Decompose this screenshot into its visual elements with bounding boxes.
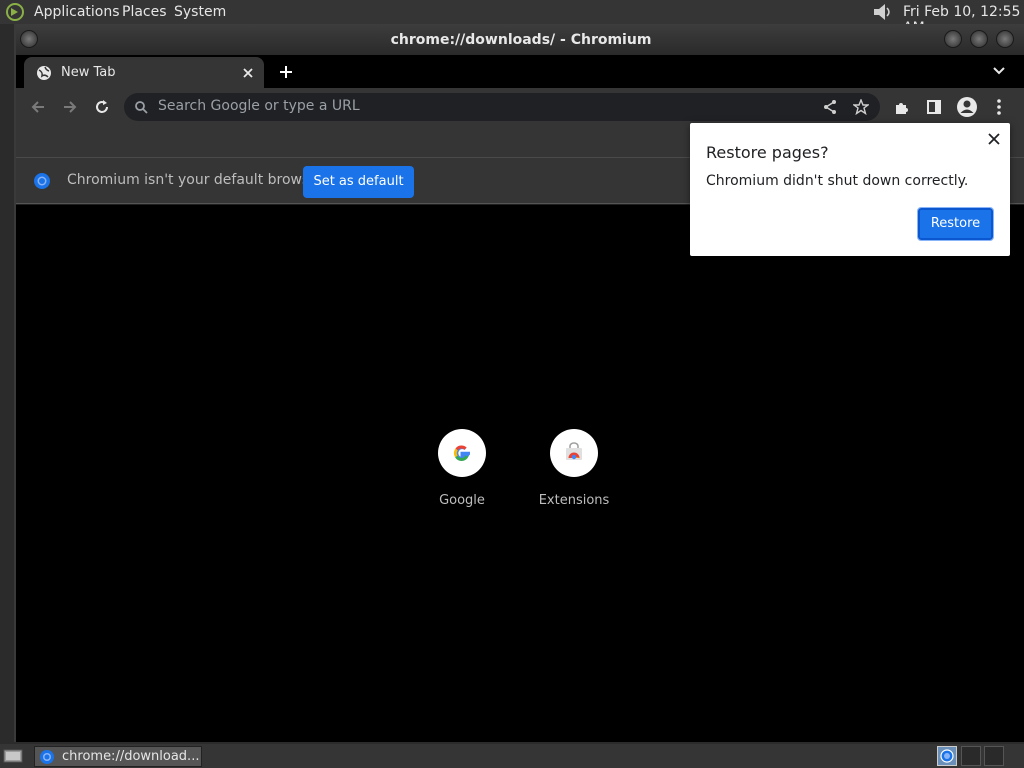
top-panel: Applications Places System Fri Feb 10, 1… xyxy=(0,0,1024,36)
reload-icon[interactable] xyxy=(94,99,110,115)
restore-pages-dialog: Restore pages? Chromium didn't shut down… xyxy=(690,123,1010,256)
side-panel-icon[interactable] xyxy=(926,99,942,115)
omnibox-placeholder: Search Google or type a URL xyxy=(158,98,360,114)
shortcut-label: Extensions xyxy=(538,493,610,508)
window-title: chrome://downloads/ - Chromium xyxy=(390,32,652,48)
google-logo-icon xyxy=(453,445,470,461)
tab-label: New Tab xyxy=(61,65,116,80)
menu-system[interactable]: System xyxy=(174,4,226,20)
maximize-button[interactable] xyxy=(970,30,988,48)
menu-applications[interactable]: Applications xyxy=(34,4,120,20)
taskbar-item-label: chrome://download... xyxy=(62,749,200,764)
tab-new-tab[interactable]: New Tab xyxy=(24,57,264,88)
infobar-message: Chromium isn't your default browser xyxy=(67,172,324,188)
taskbar-chromium-window[interactable]: chrome://download... xyxy=(34,746,202,767)
extensions-tile-circle[interactable] xyxy=(550,429,598,477)
dialog-title: Restore pages? xyxy=(706,143,829,162)
search-icon xyxy=(135,101,148,114)
extensions-puzzle-icon[interactable] xyxy=(894,99,910,115)
show-desktop-icon[interactable] xyxy=(3,748,23,764)
google-tile-circle[interactable] xyxy=(438,429,486,477)
web-store-icon xyxy=(566,442,582,460)
restore-button[interactable]: Restore xyxy=(917,207,994,241)
browser-toolbar: Search Google or type a URL xyxy=(16,88,1024,126)
menu-places[interactable]: Places xyxy=(122,4,167,20)
back-icon[interactable] xyxy=(30,99,46,115)
profile-avatar-icon[interactable] xyxy=(956,96,978,118)
new-tab-icon[interactable] xyxy=(278,64,294,80)
volume-icon[interactable] xyxy=(870,2,894,22)
workspace-3[interactable] xyxy=(984,746,1004,766)
chromium-taskbar-icon xyxy=(40,750,54,764)
close-dialog-icon[interactable] xyxy=(988,133,1000,145)
globe-icon xyxy=(37,66,51,80)
share-icon[interactable] xyxy=(822,99,838,115)
minimize-button[interactable] xyxy=(944,30,962,48)
tab-strip: New Tab xyxy=(16,55,1024,88)
kebab-menu-icon[interactable] xyxy=(994,98,1004,116)
workspace-switcher-icon[interactable] xyxy=(937,746,957,766)
chevron-down-icon[interactable] xyxy=(992,66,1006,76)
close-tab-icon[interactable] xyxy=(242,67,254,79)
omnibox[interactable]: Search Google or type a URL xyxy=(124,93,880,121)
close-window-button[interactable] xyxy=(996,30,1014,48)
gnome-foot-icon[interactable] xyxy=(4,2,26,22)
window-titlebar[interactable]: chrome://downloads/ - Chromium xyxy=(16,24,1024,55)
bookmark-star-icon[interactable] xyxy=(853,99,869,115)
dialog-message: Chromium didn't shut down correctly. xyxy=(706,173,969,189)
bottom-panel: chrome://download... xyxy=(0,744,1024,768)
forward-icon[interactable] xyxy=(62,99,78,115)
set-as-default-button[interactable]: Set as default xyxy=(303,166,414,198)
shortcut-label: Google xyxy=(439,493,485,508)
workspace-2[interactable] xyxy=(961,746,981,766)
chromium-logo-icon xyxy=(34,173,50,189)
new-tab-page: Google Extensions xyxy=(16,205,1024,742)
